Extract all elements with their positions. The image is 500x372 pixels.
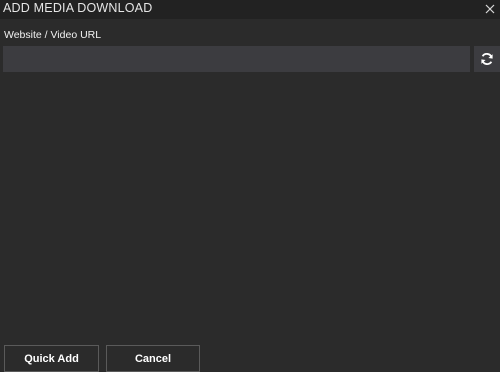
window-title: ADD MEDIA DOWNLOAD bbox=[3, 1, 153, 15]
refresh-icon bbox=[480, 52, 494, 66]
title-bar: ADD MEDIA DOWNLOAD bbox=[0, 0, 500, 19]
close-button[interactable] bbox=[481, 0, 499, 18]
url-input[interactable] bbox=[3, 46, 470, 72]
close-icon bbox=[485, 4, 495, 14]
cancel-button[interactable]: Cancel bbox=[106, 345, 200, 372]
url-field-label: Website / Video URL bbox=[4, 29, 102, 41]
quick-add-button[interactable]: Quick Add bbox=[4, 345, 99, 372]
refresh-button[interactable] bbox=[474, 46, 500, 72]
add-media-download-dialog: ADD MEDIA DOWNLOAD Website / Video URL Q… bbox=[0, 0, 500, 372]
